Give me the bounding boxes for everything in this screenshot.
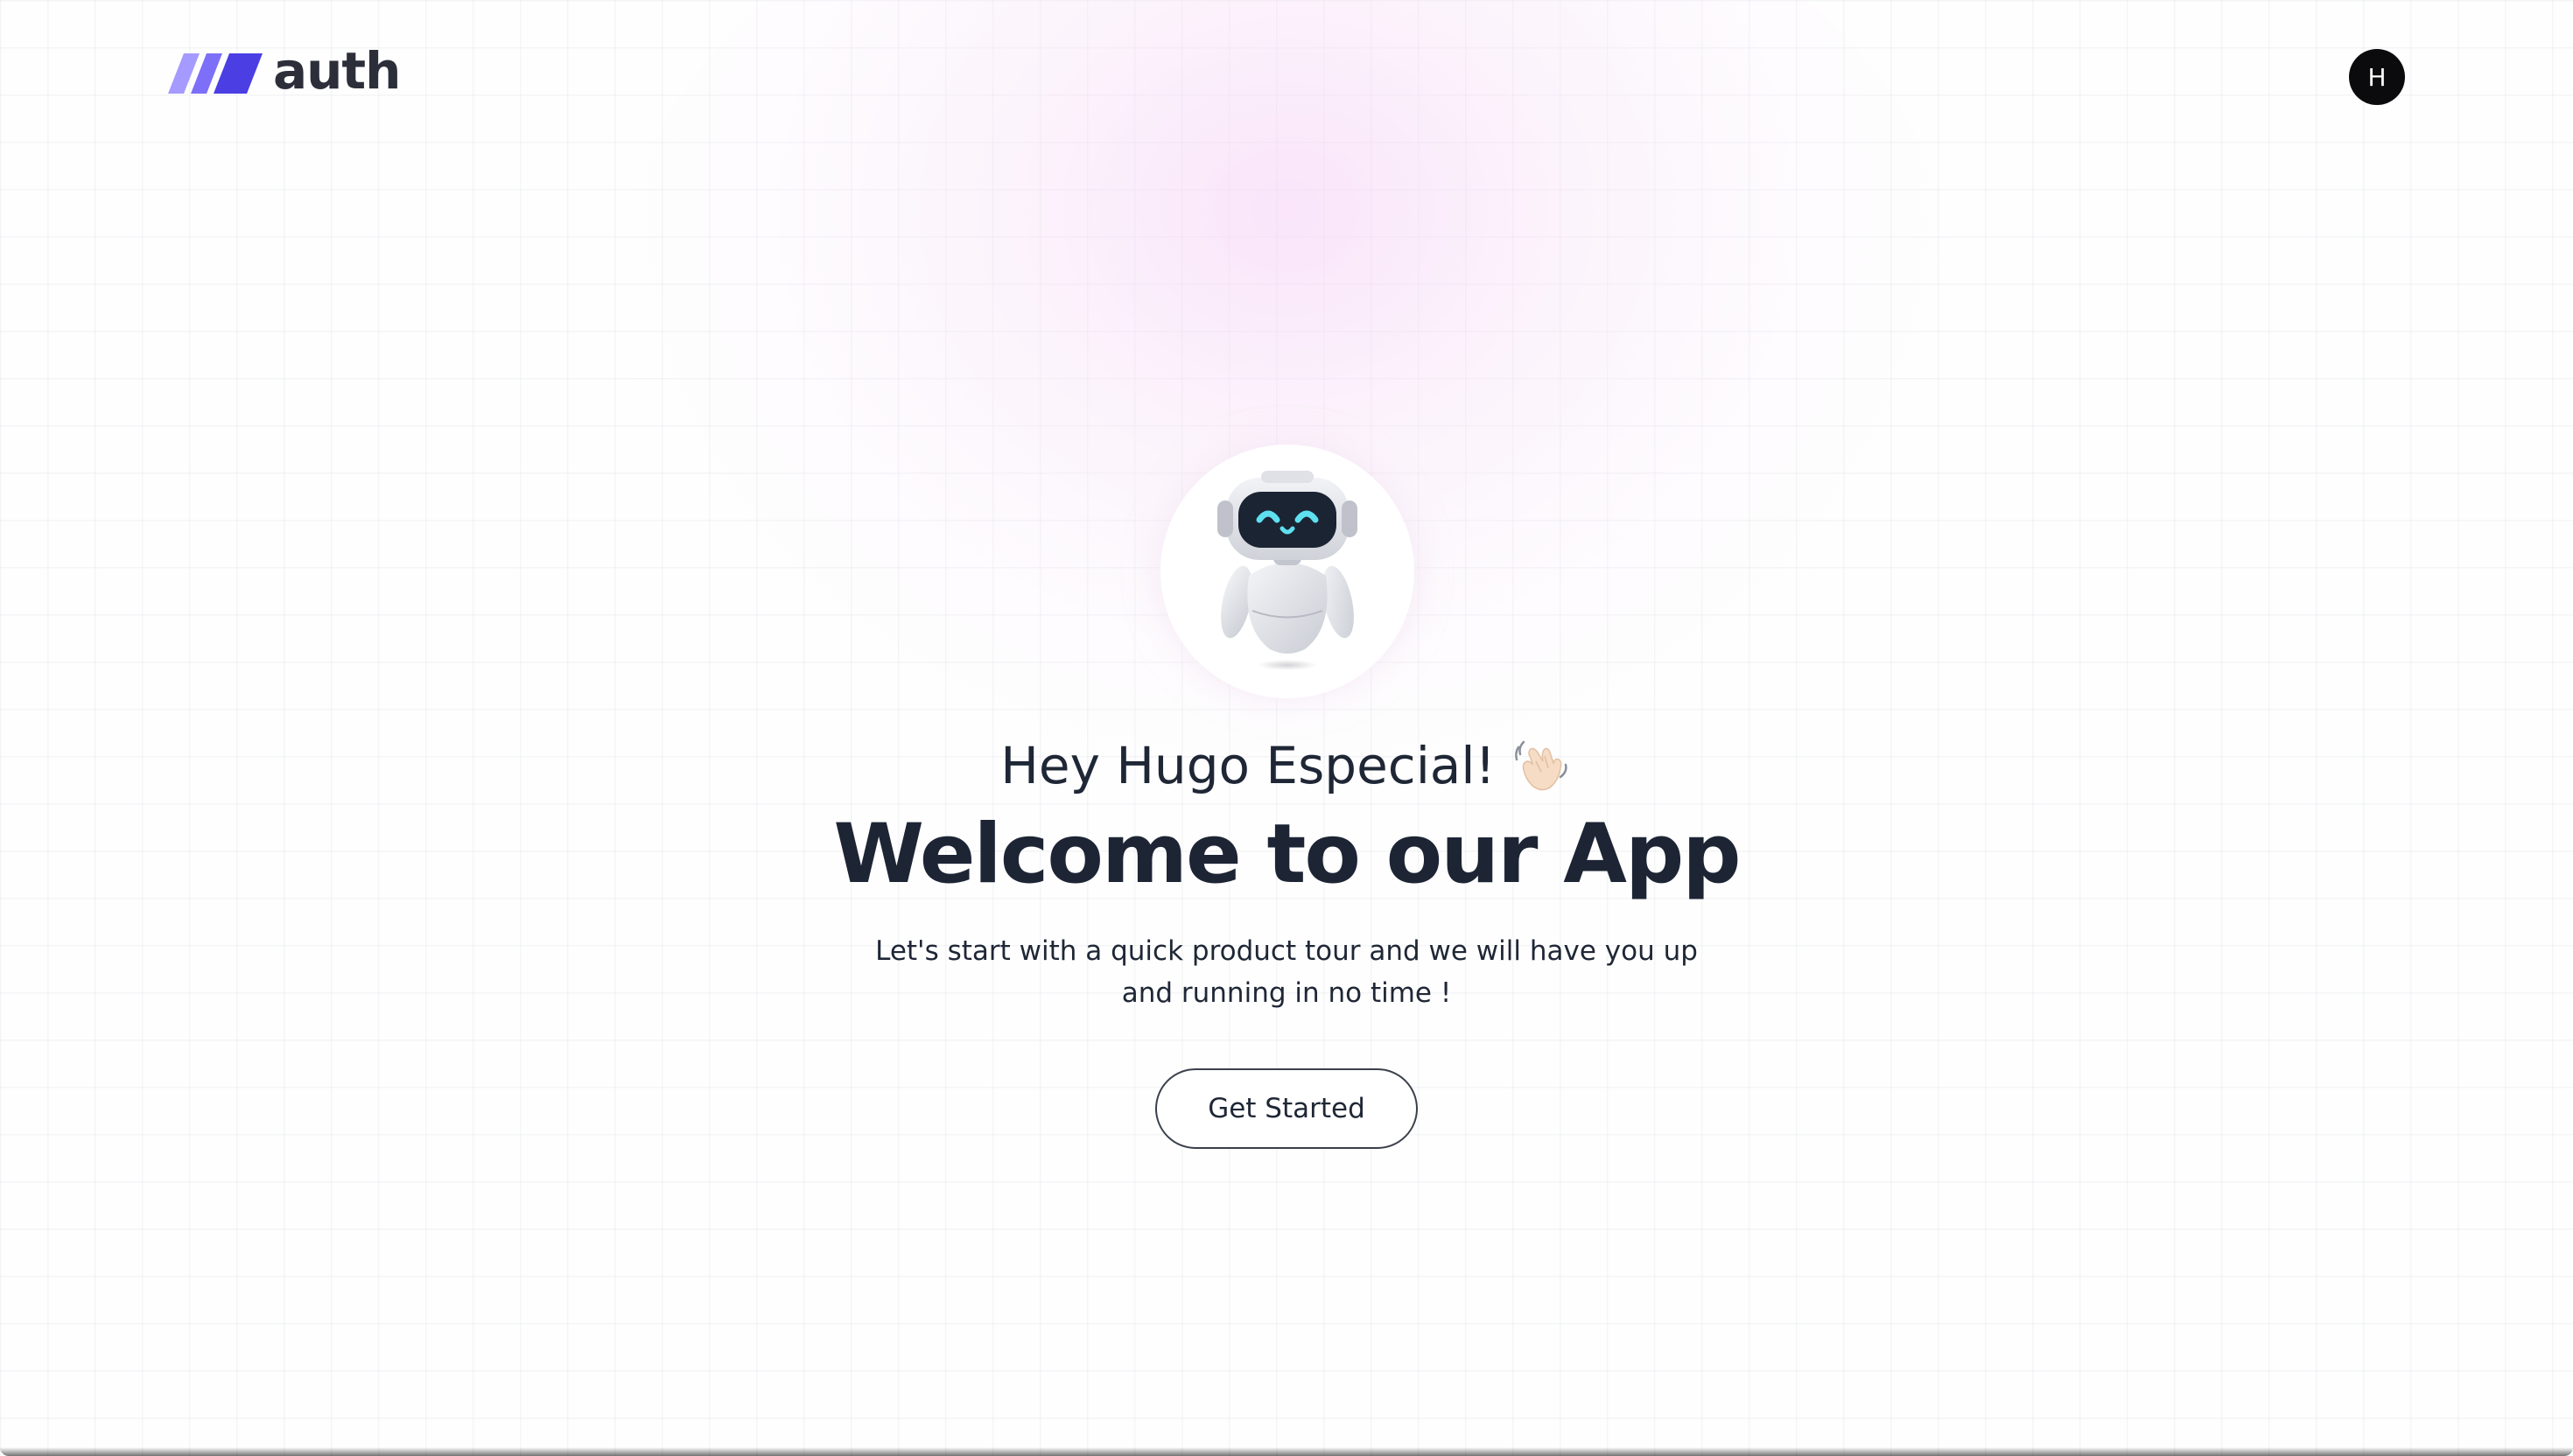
triple-slash-logo-icon <box>168 53 263 94</box>
robot-icon <box>1217 471 1357 670</box>
greeting-text: Hey Hugo Especial! <box>1000 736 1496 795</box>
waving-hand-icon <box>1514 740 1567 791</box>
greeting: Hey Hugo Especial! <box>0 735 2573 796</box>
get-started-button[interactable]: Get Started <box>1155 1068 1418 1149</box>
page-title: Welcome to our App <box>833 807 1741 902</box>
logo-text: auth <box>273 41 401 101</box>
user-avatar-button[interactable]: H <box>2349 49 2405 105</box>
avatar-initial: H <box>2367 62 2387 92</box>
logo[interactable]: auth <box>168 46 401 96</box>
robot-illustration <box>1160 444 1414 698</box>
subtitle: Let's start with a quick product tour an… <box>875 935 1698 1009</box>
window-bottom-edge <box>0 1447 2573 1456</box>
